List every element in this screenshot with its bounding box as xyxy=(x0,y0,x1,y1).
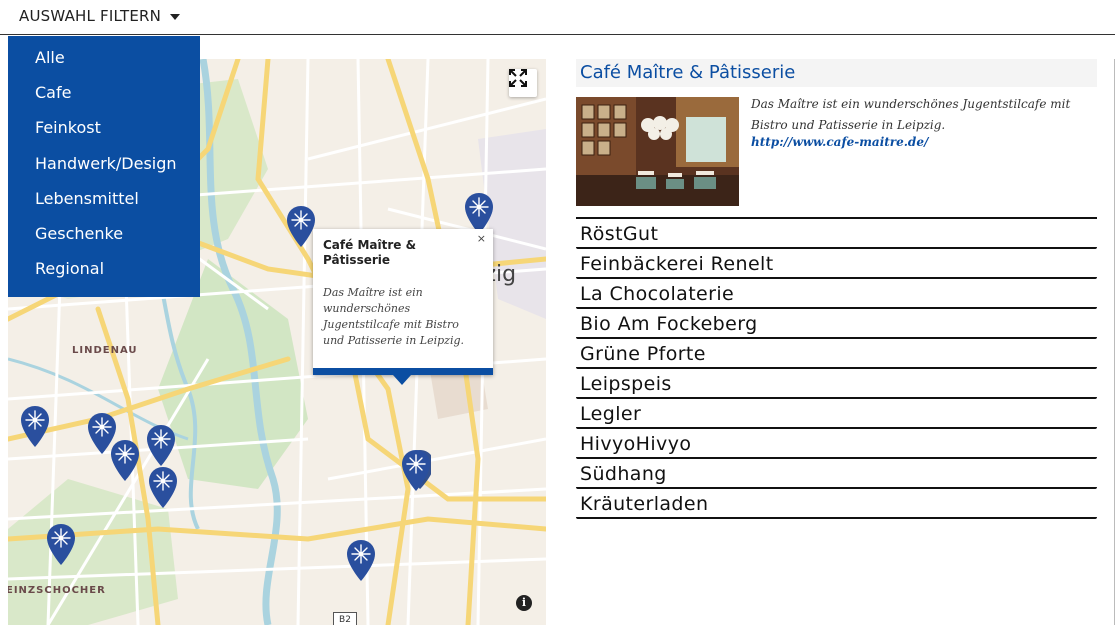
map-pin-icon xyxy=(149,467,177,508)
caret-down-icon xyxy=(170,14,181,20)
popup-description: Das Maître ist ein wunderschönes Jugents… xyxy=(323,286,465,347)
popup-pointer xyxy=(393,375,411,385)
filter-dropdown-label: AUSWAHL FILTERN xyxy=(19,7,162,25)
filter-dropdown-menu: Alle Cafe Feinkost Handwerk/Design Leben… xyxy=(8,36,200,297)
map-popup: × Café Maître & Pâtisserie Das Maître is… xyxy=(313,229,493,375)
district-label-schleussig: EINZSCHOCHER xyxy=(8,585,106,596)
map-pin-icon xyxy=(111,440,139,481)
list-item[interactable]: RöstGut xyxy=(576,219,1097,249)
list-item[interactable]: Feinbäckerei Renelt xyxy=(576,249,1097,279)
district-label-lindenau: LINDENAU xyxy=(72,345,138,356)
filter-dropdown-toggle[interactable]: AUSWAHL FILTERN xyxy=(19,7,181,25)
filter-option-regional[interactable]: Regional xyxy=(8,251,200,286)
filter-option-cafe[interactable]: Cafe xyxy=(8,75,200,110)
website-link[interactable]: http://www.cafe-maitre.de/ xyxy=(751,135,928,149)
map-pin-icon xyxy=(287,206,315,247)
map-marker[interactable] xyxy=(148,466,178,510)
filter-option-feinkost[interactable]: Feinkost xyxy=(8,110,200,145)
list-item[interactable]: La Chocolaterie xyxy=(576,279,1097,309)
filter-option-lebensmittel[interactable]: Lebensmittel xyxy=(8,181,200,216)
map-marker[interactable] xyxy=(110,439,140,483)
list-item[interactable]: Bio Am Fockeberg xyxy=(576,309,1097,339)
filter-option-alle[interactable]: Alle xyxy=(8,40,200,75)
map-pin-icon xyxy=(147,425,175,466)
popup-title: Café Maître & Pâtisserie xyxy=(323,238,417,267)
map-pin-icon xyxy=(21,406,49,447)
map-pin-icon xyxy=(47,524,75,565)
road-badge: B2 xyxy=(333,612,357,625)
cafe-photo xyxy=(576,97,739,206)
detail-description: Das Maître ist ein wunderschönes Jugents… xyxy=(751,97,1071,132)
list-item[interactable]: Grüne Pforte xyxy=(576,339,1097,369)
filter-bar: AUSWAHL FILTERN xyxy=(0,0,1115,35)
map-marker[interactable] xyxy=(346,539,376,583)
close-icon[interactable]: × xyxy=(477,232,486,245)
fullscreen-button[interactable] xyxy=(509,69,537,97)
map-pin-icon xyxy=(347,540,375,581)
scroll-edge xyxy=(1114,59,1115,625)
map-marker[interactable] xyxy=(146,424,176,468)
list-item[interactable]: Legler xyxy=(576,399,1097,429)
filter-option-handwerk-design[interactable]: Handwerk/Design xyxy=(8,146,200,181)
fullscreen-icon xyxy=(509,69,527,87)
info-icon[interactable]: i xyxy=(516,595,532,611)
shop-list: RöstGut Feinbäckerei Renelt La Chocolate… xyxy=(576,217,1097,519)
list-item[interactable]: Südhang xyxy=(576,459,1097,489)
list-item[interactable]: Leipspeis xyxy=(576,369,1097,399)
filter-option-geschenke[interactable]: Geschenke xyxy=(8,216,200,251)
list-item[interactable]: Kräuterladen xyxy=(576,489,1097,519)
map-marker-selected[interactable] xyxy=(401,449,431,493)
detail-title: Café Maître & Pâtisserie xyxy=(576,59,1097,87)
map-marker[interactable] xyxy=(20,405,50,449)
map-marker[interactable] xyxy=(46,523,76,567)
map-pin-icon xyxy=(402,450,431,491)
map-marker[interactable] xyxy=(286,205,316,249)
list-item[interactable]: HivyoHivyo xyxy=(576,429,1097,459)
